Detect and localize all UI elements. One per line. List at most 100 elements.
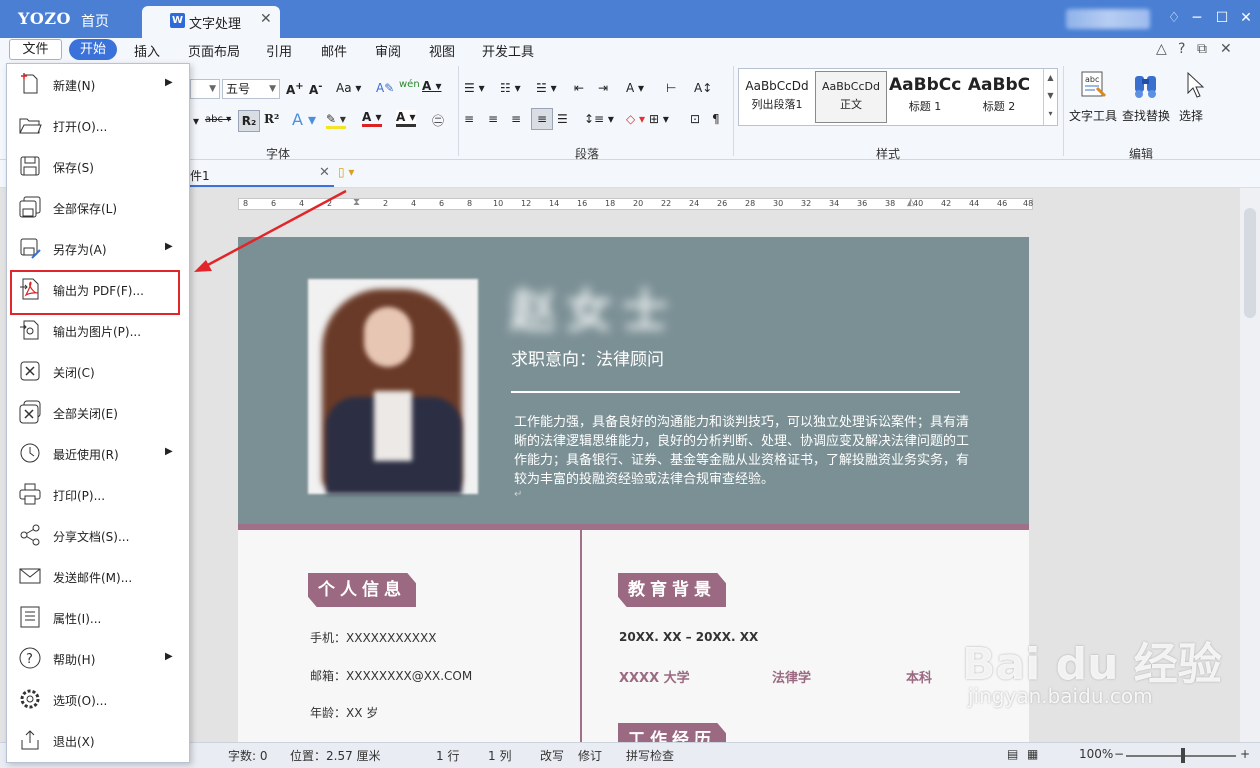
bullets-icon[interactable]: ☰ ▾ bbox=[464, 81, 485, 95]
char-shading-icon[interactable]: A ▾ bbox=[396, 110, 416, 127]
file-menu-item[interactable]: 发送邮件(M)... bbox=[7, 556, 189, 597]
style-heading-2[interactable]: AaBbC 标题 2 bbox=[963, 71, 1035, 123]
find-replace-icon[interactable] bbox=[1131, 70, 1161, 100]
strikethrough-icon[interactable]: abc ▾ bbox=[205, 114, 231, 125]
vertical-scrollbar[interactable] bbox=[1240, 188, 1260, 742]
restore-icon[interactable]: ⧉ bbox=[1197, 41, 1207, 57]
word-count[interactable]: 字数: 0 bbox=[228, 747, 268, 764]
enclosed-char-icon[interactable]: ㊁ bbox=[432, 112, 444, 129]
align-right-icon[interactable]: ≡ bbox=[511, 112, 521, 126]
line-spacing-icon[interactable]: ↕≡ ▾ bbox=[584, 112, 614, 126]
tab-start[interactable]: 开始 bbox=[69, 39, 117, 60]
multilevel-list-icon[interactable]: ☱ ▾ bbox=[536, 81, 557, 95]
numbering-icon[interactable]: ☷ ▾ bbox=[500, 81, 521, 95]
select-cursor-icon[interactable] bbox=[1180, 70, 1210, 100]
close-tab-icon[interactable]: ✕ bbox=[260, 11, 272, 27]
file-menu-item[interactable]: 全部保存(L) bbox=[7, 187, 189, 228]
page-view-icon[interactable]: ▤ bbox=[1007, 747, 1018, 761]
increase-indent-icon[interactable]: ⇥ bbox=[598, 81, 608, 95]
sort-icon[interactable]: A↕ bbox=[694, 81, 712, 95]
chinese-layout-icon[interactable]: A ▾ bbox=[626, 81, 644, 95]
close-doc-icon[interactable]: ✕ bbox=[1220, 41, 1232, 57]
shading-icon[interactable]: ◇ ▾ bbox=[626, 112, 645, 126]
file-menu-item[interactable]: 输出为图片(P)... bbox=[7, 310, 189, 351]
style-heading-1[interactable]: AaBbCc 标题 1 bbox=[889, 71, 961, 123]
tab-home[interactable]: 首页 bbox=[81, 11, 109, 31]
blurred-account-area[interactable] bbox=[1066, 9, 1150, 29]
subscript-icon[interactable]: R₂ bbox=[238, 110, 260, 132]
zoom-out-icon[interactable]: − bbox=[1114, 747, 1124, 761]
shrink-font-icon[interactable]: A- bbox=[309, 81, 322, 97]
file-menu-item[interactable]: 属性(I)... bbox=[7, 597, 189, 638]
file-menu-item[interactable]: 保存(S) bbox=[7, 146, 189, 187]
indent-marker[interactable]: ⧗ bbox=[353, 197, 360, 208]
tab-insert[interactable]: 插入 bbox=[134, 41, 160, 60]
tab-stop-icon[interactable]: ⊡ bbox=[690, 112, 700, 126]
find-replace-label[interactable]: 查找替换 bbox=[1122, 107, 1170, 124]
grow-font-icon[interactable]: A+ bbox=[286, 81, 304, 97]
tab-review[interactable]: 审阅 bbox=[375, 41, 401, 60]
new-document-icon[interactable]: ▯ ▾ bbox=[338, 165, 354, 179]
file-menu-item[interactable]: ? 帮助(H) ▶ bbox=[7, 638, 189, 679]
tab-references[interactable]: 引用 bbox=[266, 41, 292, 60]
phonetic-icon[interactable]: wén bbox=[399, 79, 420, 90]
highlight-icon[interactable]: ✎ ▾ bbox=[326, 112, 346, 129]
file-menu-item[interactable]: 关闭(C) bbox=[7, 351, 189, 392]
zoom-in-icon[interactable]: + bbox=[1240, 747, 1250, 761]
font-size-combo[interactable]: 五号 ▼ bbox=[222, 79, 280, 99]
justify-icon[interactable]: ≡ bbox=[531, 108, 553, 130]
resume-page[interactable]: 赵女士 求职意向：法律顾问 工作能力强，具备良好的沟通能力和谈判技巧，可以独立处… bbox=[238, 237, 1029, 742]
underline-dropdown-icon[interactable]: ▾ bbox=[193, 114, 199, 128]
change-case-icon[interactable]: Aa ▾ bbox=[336, 81, 361, 95]
scroll-thumb[interactable] bbox=[1244, 208, 1256, 318]
tab-page-layout[interactable]: 页面布局 bbox=[188, 41, 240, 60]
text-tool-icon[interactable]: abc bbox=[1079, 70, 1109, 100]
file-menu-item[interactable]: 分享文档(S)... bbox=[7, 515, 189, 556]
style-gallery-scroll[interactable]: ▲ ▼ ▾ bbox=[1043, 69, 1057, 125]
char-border-icon[interactable]: A ▾ bbox=[422, 79, 442, 93]
file-menu-button[interactable]: 文件 bbox=[9, 39, 62, 60]
track-changes[interactable]: 修订 bbox=[578, 747, 602, 764]
superscript-icon[interactable]: R² bbox=[264, 112, 279, 126]
right-indent-marker[interactable]: ◭ bbox=[907, 197, 915, 208]
decrease-indent-icon[interactable]: ⇤ bbox=[574, 81, 584, 95]
file-menu-item[interactable]: 全部关闭(E) bbox=[7, 392, 189, 433]
file-menu-item[interactable]: 新建(N) ▶ bbox=[7, 64, 189, 105]
document-name[interactable]: 件1 bbox=[190, 167, 210, 184]
skin-icon[interactable]: ♢ bbox=[1164, 10, 1184, 26]
horizontal-ruler[interactable]: 8 6 4 2 2 4 6 8 10 12 14 16 18 20 22 24 … bbox=[238, 197, 1033, 210]
borders-icon[interactable]: ⊞ ▾ bbox=[649, 112, 669, 126]
align-center-icon[interactable]: ≡ bbox=[488, 112, 498, 126]
maximize-button[interactable]: ☐ bbox=[1212, 10, 1232, 26]
file-menu-item[interactable]: 选项(O)... bbox=[7, 679, 189, 720]
overwrite-mode[interactable]: 改写 bbox=[540, 747, 564, 764]
collapse-ribbon-icon[interactable]: △ bbox=[1156, 41, 1167, 57]
show-marks-icon[interactable]: ¶ bbox=[712, 112, 720, 126]
line-break-icon[interactable]: ⊢ bbox=[666, 81, 676, 95]
tab-mail[interactable]: 邮件 bbox=[321, 41, 347, 60]
align-left-icon[interactable]: ≡ bbox=[464, 112, 474, 126]
web-view-icon[interactable]: ▦ bbox=[1027, 747, 1038, 761]
file-menu-item[interactable]: 退出(X) bbox=[7, 720, 189, 761]
zoom-level[interactable]: 100% bbox=[1079, 747, 1113, 761]
tab-developer[interactable]: 开发工具 bbox=[482, 41, 534, 60]
close-document-icon[interactable]: ✕ bbox=[319, 165, 330, 180]
text-effect-icon[interactable]: A ▾ bbox=[292, 110, 316, 129]
tab-view[interactable]: 视图 bbox=[429, 41, 455, 60]
distributed-icon[interactable]: ☰ bbox=[557, 112, 568, 126]
close-window-button[interactable]: ✕ bbox=[1236, 10, 1256, 26]
file-menu-item[interactable]: 打印(P)... bbox=[7, 474, 189, 515]
zoom-slider-knob[interactable] bbox=[1181, 748, 1185, 763]
file-menu-item[interactable]: 另存为(A) ▶ bbox=[7, 228, 189, 269]
clear-format-icon[interactable]: A✎ bbox=[376, 81, 394, 95]
spell-check[interactable]: 拼写检查 bbox=[626, 747, 674, 764]
font-color-icon[interactable]: A ▾ bbox=[362, 110, 382, 127]
minimize-button[interactable]: ─ bbox=[1187, 10, 1207, 26]
help-icon[interactable]: ? bbox=[1178, 41, 1185, 57]
tab-document[interactable]: W 文字处理 ✕ bbox=[142, 6, 280, 38]
select-label[interactable]: 选择 bbox=[1179, 107, 1203, 124]
file-menu-item[interactable]: 最近使用(R) ▶ bbox=[7, 433, 189, 474]
style-normal[interactable]: AaBbCcDd 正文 bbox=[815, 71, 887, 123]
text-tool-label[interactable]: 文字工具 bbox=[1069, 107, 1117, 124]
style-list-paragraph[interactable]: AaBbCcDd 列出段落1 bbox=[741, 71, 813, 123]
